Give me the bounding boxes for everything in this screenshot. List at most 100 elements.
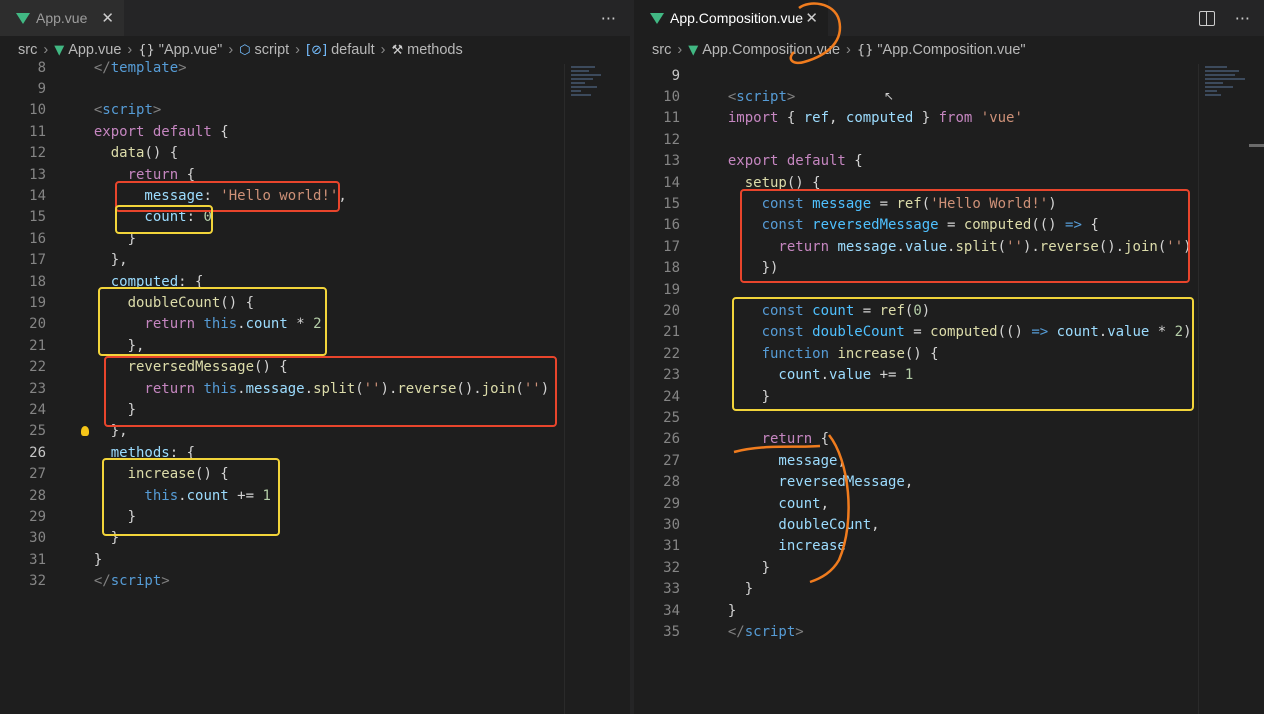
code-line[interactable]: 9: [634, 65, 711, 86]
code-token: (: [921, 196, 931, 213]
code-line[interactable]: 22 function increase() {: [634, 343, 938, 364]
code-line[interactable]: 25: [634, 407, 711, 428]
code-line[interactable]: 11 import { ref, computed } from 'vue': [634, 108, 1023, 129]
code-token: ).: [1022, 238, 1040, 255]
code-line[interactable]: 10 < script >: [634, 86, 795, 107]
code-line[interactable]: 15 count: 0: [0, 207, 212, 228]
code-line[interactable]: 12: [634, 129, 711, 150]
code-line[interactable]: 31 }: [0, 549, 102, 570]
breadcrumb-label: App.Composition.vue: [702, 42, 841, 58]
code-line[interactable]: 11 export default {: [0, 121, 229, 142]
code-line[interactable]: 15 const message = ref('Hello World!'): [634, 193, 1057, 214]
code-line[interactable]: 17 },: [0, 250, 127, 271]
code-line[interactable]: 19 doubleCount() {: [0, 292, 254, 313]
close-icon[interactable]: ✕: [805, 9, 818, 27]
breadcrumb-item[interactable]: ⚒ methods: [391, 42, 462, 58]
minimap-right[interactable]: [1198, 64, 1264, 714]
code-line[interactable]: 30 doubleCount,: [634, 514, 879, 535]
code-editor-right[interactable]: 9 10 < script >11 import { ref, computed } …: [634, 64, 1264, 714]
code-line[interactable]: 21 },: [0, 335, 144, 356]
code-line[interactable]: 13 export default {: [634, 151, 863, 172]
code-token: '': [1166, 238, 1184, 255]
code-line[interactable]: 13 return {: [0, 164, 195, 185]
code-line[interactable]: 8 </template >: [0, 57, 187, 78]
code-line[interactable]: 20 const count = ref(0): [634, 300, 930, 321]
code-line[interactable]: 16 }: [0, 228, 136, 249]
code-line[interactable]: 30 }: [0, 528, 119, 549]
code-token: return: [77, 316, 196, 333]
code-line[interactable]: 20 return this. count * 2: [0, 314, 321, 335]
code-line[interactable]: 21 const doubleCount = computed(() => co…: [634, 322, 1191, 343]
code-token: ,: [837, 452, 846, 469]
code-editor-left[interactable]: 8 </template >9 10 < script >11 export defau…: [0, 60, 630, 714]
code-line[interactable]: 29 count,: [634, 493, 829, 514]
code-line[interactable]: 23 count. value += 1: [634, 365, 913, 386]
code-line[interactable]: 9: [0, 78, 77, 99]
code-token: ,: [338, 188, 347, 205]
braces-icon: {}: [138, 43, 155, 58]
code-token: =: [938, 217, 964, 234]
code-token: : {: [169, 444, 196, 461]
code-line[interactable]: 12 data() {: [0, 143, 178, 164]
breadcrumb-item[interactable]: [⊘] default: [306, 42, 375, 58]
variable-icon: [⊘]: [306, 43, 328, 58]
code-line[interactable]: 19: [634, 279, 711, 300]
close-icon[interactable]: ✕: [101, 9, 114, 27]
line-number: 14: [663, 174, 680, 191]
line-number: 20: [663, 303, 680, 320]
code-line[interactable]: 29 }: [0, 506, 136, 527]
split-editor-icon[interactable]: [1198, 10, 1215, 26]
scrollbar-thumb[interactable]: [1249, 144, 1264, 147]
more-actions-icon[interactable]: ···: [1235, 9, 1250, 28]
line-number: 29: [663, 495, 680, 512]
code-line[interactable]: 26 methods: {: [0, 442, 195, 463]
code-token: return: [711, 431, 813, 448]
code-line[interactable]: 25 },: [0, 421, 127, 442]
code-line[interactable]: 31 increase: [634, 536, 846, 557]
code-line[interactable]: 18 computed: {: [0, 271, 203, 292]
breadcrumb-separator: ›: [677, 42, 683, 58]
breadcrumb-separator: ›: [846, 42, 851, 58]
code-line[interactable]: 10 < script >: [0, 100, 161, 121]
code-line[interactable]: 27 message,: [634, 450, 846, 471]
code-line[interactable]: 14 setup() {: [634, 172, 820, 193]
breadcrumb-item[interactable]: src: [18, 42, 37, 58]
code-token: }): [711, 260, 779, 277]
code-token: script: [736, 89, 787, 106]
editor-pane-left: App.vue ✕ ··· src › ▼ App.vue ›{} "App.vue" › ⬡…: [0, 0, 630, 714]
lightbulb-icon[interactable]: [81, 426, 89, 436]
code-line[interactable]: 33 }: [634, 579, 753, 600]
breadcrumb-item[interactable]: ▼ App.vue: [54, 42, 121, 58]
code-line[interactable]: 28 this. count += 1: [0, 485, 271, 506]
code-line[interactable]: 17 return message. value. split(''). revers…: [634, 236, 1191, 257]
code-line[interactable]: 32 </script >: [0, 571, 170, 592]
code-token: *: [1149, 324, 1175, 341]
breadcrumb-item[interactable]: {} "App.vue": [138, 42, 222, 58]
code-token: return: [77, 380, 196, 397]
code-line[interactable]: 24 }: [0, 399, 136, 420]
more-actions-icon[interactable]: ···: [601, 9, 616, 28]
code-line[interactable]: 27 increase() {: [0, 464, 229, 485]
code-line[interactable]: 14 message: 'Hello world!',: [0, 185, 347, 206]
code-line[interactable]: 16 const reversedMessage = computed(() =…: [634, 215, 1099, 236]
breadcrumb-item[interactable]: {} "App.Composition.vue": [857, 42, 1026, 58]
breadcrumb-item[interactable]: ▼ App.Composition.vue: [688, 42, 840, 58]
code-line[interactable]: 34 }: [634, 600, 736, 621]
code-line[interactable]: 28 reversedMessage,: [634, 472, 913, 493]
code-line[interactable]: 18 }): [634, 258, 778, 279]
code-line[interactable]: 35 </script >: [634, 621, 804, 642]
minimap-left[interactable]: [564, 64, 630, 714]
breadcrumb-item[interactable]: src: [652, 42, 671, 58]
code-token: script: [102, 102, 153, 119]
code-token: >: [795, 624, 804, 641]
breadcrumb-item[interactable]: ⬡ script: [239, 42, 289, 58]
tab-app-vue[interactable]: App.vue ✕: [0, 0, 124, 36]
code-line[interactable]: 23 return this. message. split(''). reverse…: [0, 378, 549, 399]
line-number: 15: [663, 196, 680, 213]
code-line[interactable]: 26 return {: [634, 429, 829, 450]
line-number: 35: [663, 624, 680, 641]
code-line[interactable]: 24 }: [634, 386, 770, 407]
code-line[interactable]: 22 reversedMessage() {: [0, 357, 288, 378]
code-line[interactable]: 32 }: [634, 557, 770, 578]
tab-app-composition-vue[interactable]: App.Composition.vue ✕: [634, 0, 828, 36]
